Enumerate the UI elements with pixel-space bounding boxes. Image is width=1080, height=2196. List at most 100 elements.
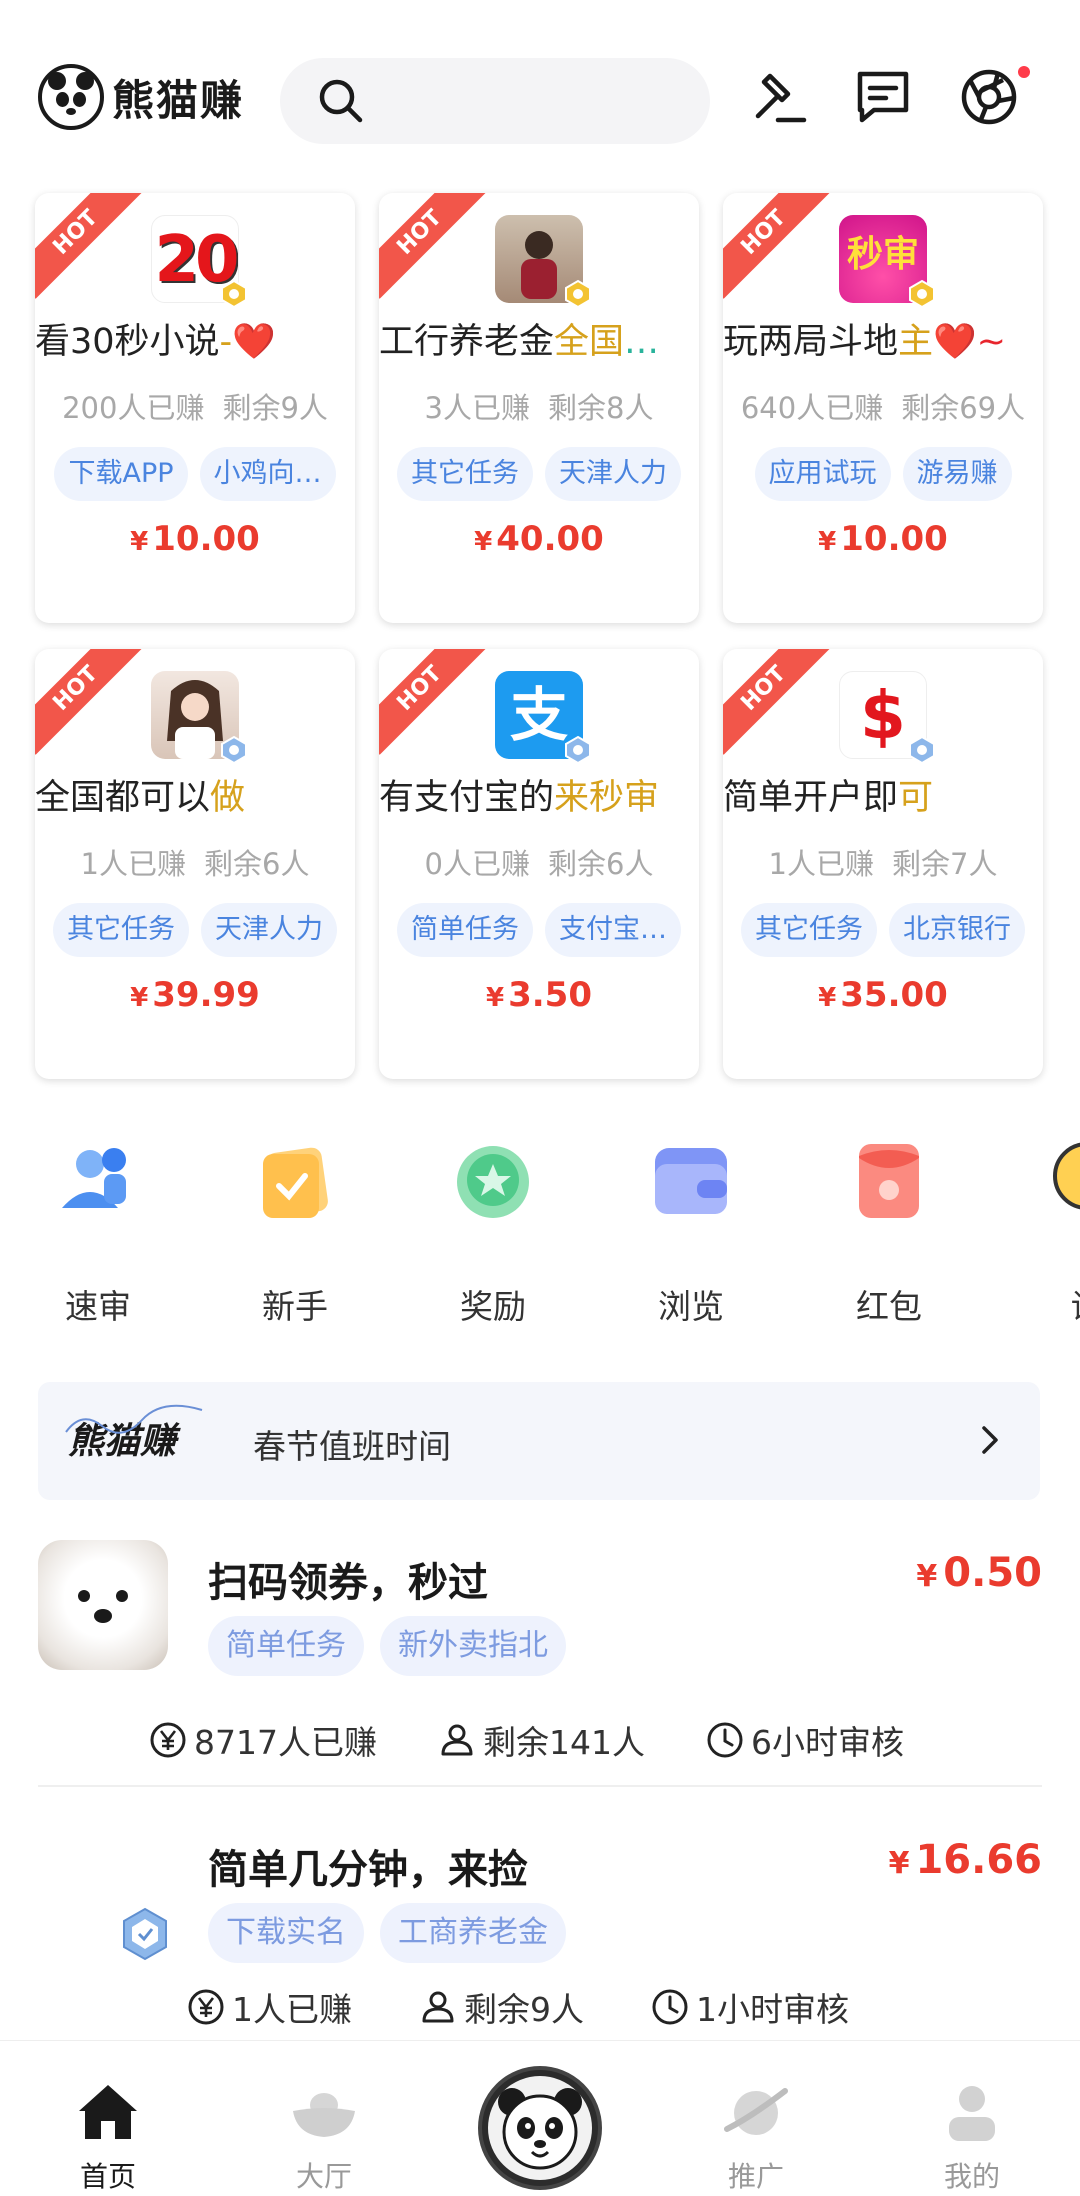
dog-avatar: [38, 1540, 168, 1670]
remaining-stat: 剩余141人: [437, 1716, 645, 1764]
fast-review-icon: [62, 1148, 126, 1208]
list-item-tags: 下载实名 工商养老金: [208, 1903, 566, 1963]
task-price: ¥40.00: [474, 519, 604, 559]
category-trial[interactable]: 试: [1032, 1130, 1080, 1328]
task-tags: 简单任务 支付宝…: [379, 903, 699, 957]
task-tag: 简单任务: [208, 1616, 364, 1676]
category-red-packet[interactable]: 红包: [834, 1130, 944, 1328]
task-price: ¥39.99: [130, 975, 260, 1015]
top-header: 熊猫赚: [0, 0, 1080, 180]
task-title: 看30秒小说-❤️: [35, 322, 276, 362]
earned-count: 1人已赚: [80, 847, 186, 881]
clock-icon: [707, 1722, 743, 1758]
remaining-count: 剩余6人: [204, 847, 310, 881]
category-row: 速审 新手 奖励 浏览 红包 试: [0, 1130, 1080, 1330]
newbie-icon: [263, 1147, 328, 1218]
task-card[interactable]: HOT $ 简单开户即可 1人已赚 剩余7人 其它任务 北京银行 ¥35.00: [723, 649, 1043, 1079]
task-card[interactable]: HOT 20 看30秒小说-❤️ 200人已赚 剩余9人 下载APP 小鸡向… ¥…: [35, 193, 355, 623]
blue-badge-icon: [221, 735, 247, 765]
hot-ribbon: HOT: [35, 193, 142, 299]
task-stats: 3人已赚 剩余8人: [379, 385, 699, 427]
chevron-right-icon: [982, 1426, 998, 1454]
yen-coin-icon: [150, 1722, 186, 1758]
list-item-title: 简单几分钟，来捡: [208, 1847, 528, 1893]
list-item-stats: 1人已赚 剩余9人 1小时审核: [186, 1983, 849, 2031]
planet-icon: [724, 2088, 788, 2135]
task-card[interactable]: HOT 工行养老金全国… 3人已赚 剩余8人 其它任务 天津人力 ¥40.00: [379, 193, 699, 623]
task-tag: 简单任务: [397, 903, 533, 957]
task-tag: 应用试玩: [754, 447, 891, 501]
center-panda-button[interactable]: [478, 2066, 602, 2190]
message-icon[interactable]: [852, 66, 914, 128]
list-item-tags: 简单任务 新外卖指北: [208, 1616, 566, 1676]
person-icon: [441, 1724, 473, 1756]
task-stats: 0人已赚 剩余6人: [379, 841, 699, 883]
task-stats: 1人已赚 剩余6人: [35, 841, 355, 883]
task-card[interactable]: HOT 全国都可以做 1人已赚 剩余6人 其它任务 天津人力 ¥39.99: [35, 649, 355, 1079]
remaining-count: 剩余6人: [548, 847, 654, 881]
earned-count: 1人已赚: [768, 847, 874, 881]
hot-ribbon: HOT: [723, 649, 830, 755]
person-icon: [422, 1991, 454, 2023]
earned-stat: 8717人已赚: [148, 1716, 377, 1764]
task-tags: 其它任务 天津人力: [35, 903, 355, 957]
list-item-stats: 8717人已赚 剩余141人 6小时审核: [148, 1716, 904, 1764]
task-card[interactable]: HOT 秒审 玩两局斗地主❤️~ 640人已赚 剩余69人 应用试玩 游易赚 ¥1…: [723, 193, 1043, 623]
announcement-bar[interactable]: 熊猫赚 春节值班时间: [38, 1382, 1040, 1500]
task-tag: 工商养老金: [380, 1903, 566, 1963]
task-title: 简单开户即可: [723, 778, 934, 818]
task-stats: 640人已赚 剩余69人: [723, 385, 1043, 427]
blue-badge-icon: [909, 735, 935, 765]
panda-icon: [488, 2076, 592, 2180]
shutter-camera-icon[interactable]: [958, 66, 1020, 128]
task-tag: 小鸡向…: [199, 447, 336, 501]
category-fast-review[interactable]: 速审: [43, 1130, 153, 1328]
task-tag: 游易赚: [902, 447, 1012, 501]
gold-badge-icon: [909, 279, 935, 309]
earned-count: 3人已赚: [424, 391, 530, 425]
category-reward[interactable]: 奖励: [438, 1130, 548, 1328]
task-tags: 其它任务 北京银行: [723, 903, 1043, 957]
gold-badge-icon: [565, 279, 591, 309]
hot-ribbon: HOT: [379, 193, 486, 299]
search-icon: [319, 79, 363, 123]
list-item[interactable]: 简单几分钟，来捡 ¥16.66 下载实名 工商养老金 1人已赚 剩余9人 1小时…: [38, 1827, 1042, 2047]
task-price: ¥10.00: [130, 519, 260, 559]
hot-ribbon: HOT: [379, 649, 486, 755]
hot-task-grid: HOT 20 看30秒小说-❤️ 200人已赚 剩余9人 下载APP 小鸡向… ¥…: [35, 193, 1045, 1079]
red-packet-icon: [859, 1144, 919, 1218]
task-tag: 下载实名: [208, 1903, 364, 1963]
nav-hall[interactable]: 大厅: [254, 2041, 394, 2195]
earned-count: 200人已赚: [62, 391, 205, 425]
home-icon: [79, 2085, 137, 2139]
review-time-stat: 6小时审核: [705, 1716, 904, 1764]
task-tag: 新外卖指北: [380, 1616, 566, 1676]
divider: [38, 1785, 1042, 1787]
nav-mine[interactable]: 我的: [902, 2041, 1042, 2195]
task-stats: 1人已赚 剩余7人: [723, 841, 1043, 883]
category-browse[interactable]: 浏览: [636, 1130, 746, 1328]
task-tag: 其它任务: [397, 447, 533, 501]
list-item[interactable]: 扫码领券，秒过 ¥0.50 简单任务 新外卖指北 8717人已赚 剩余141人 …: [38, 1540, 1042, 1780]
nav-home[interactable]: 首页: [38, 2041, 178, 2195]
task-tag: 天津人力: [201, 903, 337, 957]
category-newbie[interactable]: 新手: [240, 1130, 350, 1328]
earned-count: 640人已赚: [740, 391, 884, 425]
browse-icon: [655, 1148, 727, 1214]
task-tag: 下载APP: [54, 447, 188, 501]
search-input[interactable]: [280, 58, 710, 144]
task-card[interactable]: HOT 支 有支付宝的来秒审 0人已赚 剩余6人 简单任务 支付宝… ¥3.50: [379, 649, 699, 1079]
gold-badge-icon: [221, 279, 247, 309]
list-item-title: 扫码领券，秒过: [208, 1560, 488, 1606]
list-item-price: ¥0.50: [916, 1550, 1042, 1596]
earned-stat: 1人已赚: [186, 1983, 352, 2031]
task-price: ¥10.00: [818, 519, 948, 559]
task-price: ¥35.00: [818, 975, 948, 1015]
reward-icon: [457, 1146, 529, 1218]
app-logo[interactable]: 熊猫赚: [38, 64, 244, 130]
task-tag: 天津人力: [545, 447, 681, 501]
nav-promote[interactable]: 推广: [686, 2041, 826, 2195]
earned-count: 0人已赚: [424, 847, 530, 881]
task-tags: 下载APP 小鸡向…: [35, 447, 355, 501]
auction-hammer-icon[interactable]: [748, 66, 810, 128]
